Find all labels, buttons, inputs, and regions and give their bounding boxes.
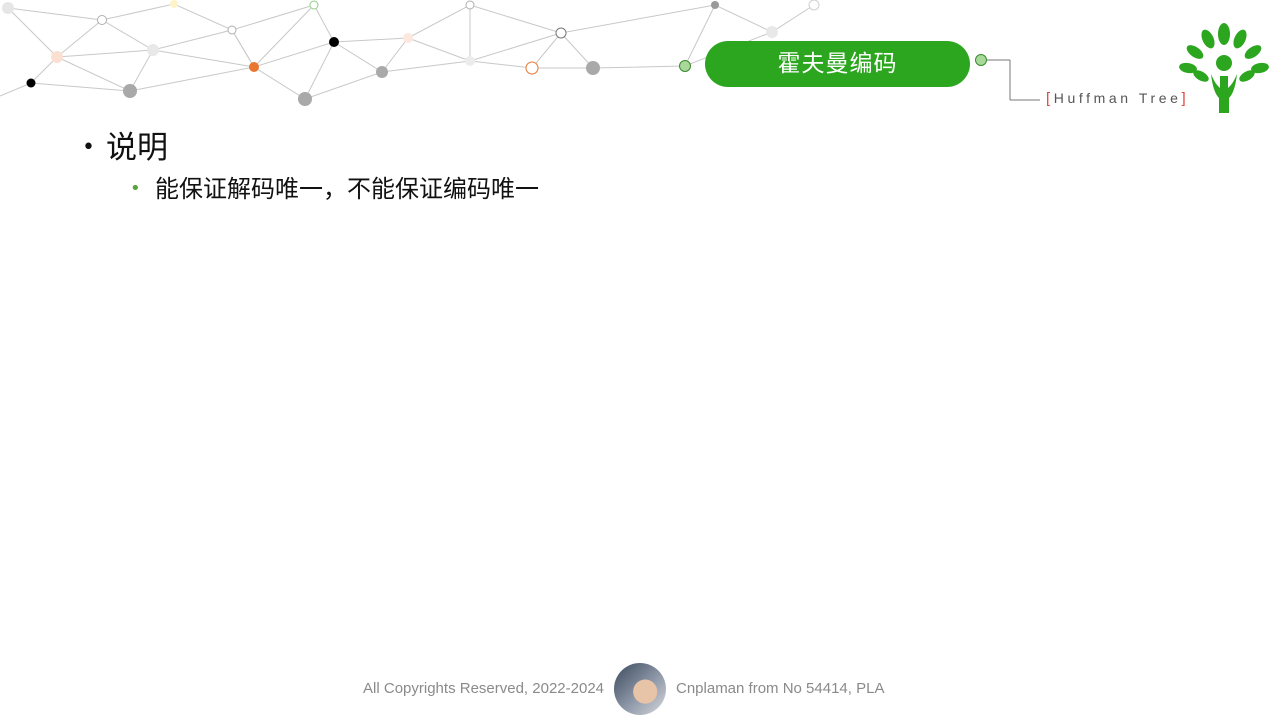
tree-hands-icon — [1179, 23, 1269, 113]
bullet-item: • 说明 — [82, 122, 168, 167]
sub-bullet-text: 能保证解码唯一，不能保证编码唯一 — [155, 175, 539, 203]
subtitle-text: Huffman Tree — [1053, 90, 1182, 106]
author-avatar — [614, 663, 666, 715]
bullet-dot-icon: • — [82, 135, 95, 160]
sub-bullet-dot-icon: • — [130, 178, 141, 199]
footer: All Copyrights Reserved, 2022-2024 Cnpla… — [0, 662, 1280, 718]
sub-bullet-item: • 能保证解码唯一，不能保证编码唯一 — [130, 169, 539, 204]
subtitle-bracket-open: [ — [1046, 90, 1054, 107]
bullet-text: 说明 — [106, 130, 168, 166]
footer-copyright: All Copyrights Reserved, 2022-2024 — [363, 680, 604, 697]
footer-author: Cnplaman from No 54414, PLA — [676, 680, 885, 697]
slide-subtitle: [Huffman Tree] — [1046, 90, 1189, 110]
